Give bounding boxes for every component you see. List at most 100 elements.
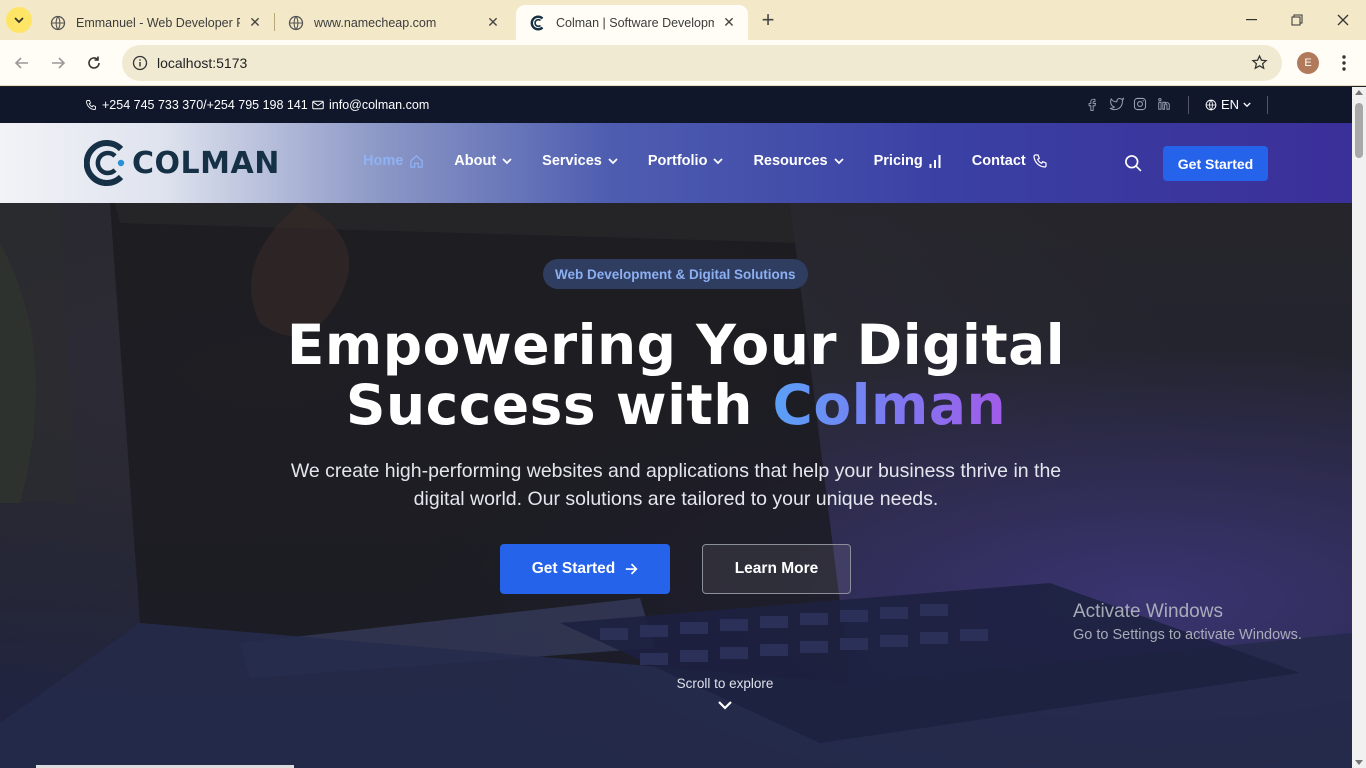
globe-icon	[1205, 99, 1217, 110]
close-icon[interactable]: ✕	[246, 14, 264, 32]
browser-toolbar: localhost:5173	[0, 40, 1366, 86]
nav-item-contact[interactable]: Contact	[972, 153, 1048, 169]
email-text: info@colman.com	[329, 98, 430, 112]
nav-item-label: Home	[363, 153, 404, 169]
nav-item-label: Resources	[753, 153, 828, 169]
nav-item-home[interactable]: Home	[363, 153, 424, 169]
tab-title: www.namecheap.com	[314, 15, 437, 30]
scrollbar-thumb[interactable]	[1355, 103, 1363, 158]
page-viewport: +254 745 733 370/+254 795 198 141 info@c…	[0, 87, 1352, 768]
reload-icon	[88, 56, 100, 69]
chevron-down-icon	[834, 157, 844, 164]
arrow-left-icon	[14, 57, 28, 69]
chevron-down-icon	[608, 157, 618, 164]
browser-tab-1[interactable]: Emmanuel - Web Developer Po ✕	[36, 5, 274, 40]
close-icon[interactable]: ✕	[720, 14, 738, 32]
mail-icon	[312, 100, 324, 110]
headline-line-2: Success with Colman	[0, 375, 1352, 435]
windows-activation-watermark: Activate Windows Go to Settings to activ…	[1073, 601, 1302, 643]
scroll-indicator[interactable]: Scroll to explore	[650, 676, 800, 714]
minimize-icon	[1245, 19, 1257, 21]
chevron-down-icon	[14, 16, 24, 23]
close-icon[interactable]: ✕	[484, 14, 502, 32]
topbar-divider	[1188, 96, 1189, 114]
nav-item-label: Pricing	[873, 153, 923, 169]
scroll-up-arrow[interactable]	[1355, 90, 1363, 95]
nav-item-resources[interactable]: Resources	[753, 153, 844, 169]
globe-icon	[288, 15, 304, 30]
language-selector[interactable]: EN	[1205, 97, 1251, 112]
topbar-divider	[1267, 96, 1268, 114]
close-window-button[interactable]	[1320, 6, 1366, 34]
nav-item-pricing[interactable]: Pricing	[874, 153, 942, 169]
site-info-icon[interactable]	[122, 55, 158, 71]
watermark-line-1: Activate Windows	[1073, 601, 1223, 622]
phone-contact[interactable]: +254 745 733 370/+254 795 198 141	[85, 98, 308, 112]
restore-icon	[1291, 14, 1303, 26]
new-tab-button[interactable]: +	[756, 7, 780, 32]
hero-headline: Empowering Your Digital Success with Col…	[0, 315, 1352, 435]
twitter-icon[interactable]	[1109, 97, 1125, 111]
contact-topbar: +254 745 733 370/+254 795 198 141 info@c…	[0, 87, 1352, 123]
colman-logo-icon	[530, 15, 544, 30]
hero-get-started-button[interactable]: Get Started	[500, 544, 670, 594]
address-bar[interactable]: localhost:5173	[122, 45, 1282, 81]
nav-get-started-button[interactable]: Get Started	[1163, 146, 1268, 181]
arrow-right-icon	[626, 563, 638, 575]
hero-badge: Web Development & Digital Solutions	[543, 259, 808, 289]
chevron-down-icon	[502, 157, 512, 164]
tab-search-button[interactable]	[6, 7, 32, 33]
main-navigation: COLMAN Home About Services Portfolio Res…	[0, 123, 1352, 203]
tab-title: Colman | Software Developmen	[556, 15, 714, 30]
phone-icon	[1033, 154, 1047, 168]
reload-button[interactable]	[80, 49, 108, 77]
instagram-icon[interactable]	[1133, 97, 1147, 111]
minimize-button[interactable]	[1228, 6, 1274, 34]
phone-icon	[86, 100, 96, 110]
close-icon	[1337, 14, 1349, 26]
arrow-right-icon	[52, 57, 66, 69]
nav-menu: Home About Services Portfolio Resources …	[363, 153, 1078, 169]
nav-item-label: Portfolio	[647, 153, 708, 169]
restore-button[interactable]	[1274, 6, 1320, 34]
phone-text: +254 745 733 370/+254 795 198 141	[102, 98, 308, 112]
globe-icon	[50, 15, 66, 30]
bar-chart-icon	[929, 155, 941, 168]
headline-line-1: Empowering Your Digital	[286, 313, 1066, 377]
hero-subtext: We create high-performing websites and a…	[290, 460, 1062, 510]
nav-item-label: Services	[542, 153, 602, 169]
url-text[interactable]: localhost:5173	[157, 55, 247, 71]
chevron-down-icon	[1243, 102, 1251, 107]
chevron-down-icon	[718, 701, 732, 710]
nav-item-about[interactable]: About	[454, 153, 512, 169]
search-button[interactable]	[1123, 153, 1143, 173]
forward-button[interactable]	[44, 49, 72, 77]
profile-avatar[interactable]: E	[1297, 52, 1319, 74]
site-logo[interactable]: COLMAN	[84, 139, 280, 187]
scroll-down-arrow[interactable]	[1355, 760, 1363, 765]
search-icon	[1125, 155, 1142, 172]
language-label: EN	[1221, 97, 1240, 112]
headline-prefix: Success with	[345, 373, 753, 437]
email-contact[interactable]: info@colman.com	[312, 98, 429, 112]
browser-tab-2[interactable]: www.namecheap.com ✕	[274, 5, 512, 40]
nav-item-portfolio[interactable]: Portfolio	[648, 153, 724, 169]
button-label: Get Started	[531, 560, 616, 577]
vertical-scrollbar[interactable]	[1352, 87, 1366, 768]
nav-item-label: Contact	[971, 153, 1026, 169]
nav-item-services[interactable]: Services	[542, 153, 618, 169]
watermark-line-2: Go to Settings to activate Windows.	[1073, 627, 1302, 643]
back-button[interactable]	[8, 49, 36, 77]
hero-section: Web Development & Digital Solutions Empo…	[0, 203, 1352, 768]
browser-tab-3-active[interactable]: Colman | Software Developmen ✕	[516, 5, 748, 40]
facebook-icon[interactable]	[1085, 97, 1099, 111]
headline-accent: Colman	[772, 373, 1007, 437]
browser-menu-button[interactable]	[1336, 50, 1352, 76]
hero-learn-more-button[interactable]: Learn More	[702, 544, 851, 594]
linkedin-icon[interactable]	[1157, 97, 1171, 111]
tab-title: Emmanuel - Web Developer Po	[76, 15, 240, 30]
browser-tab-strip: Emmanuel - Web Developer Po ✕ www.namech…	[0, 0, 1366, 40]
bookmark-star-icon[interactable]	[1251, 54, 1268, 76]
social-links	[1085, 97, 1171, 111]
colman-logo-icon	[84, 140, 125, 186]
